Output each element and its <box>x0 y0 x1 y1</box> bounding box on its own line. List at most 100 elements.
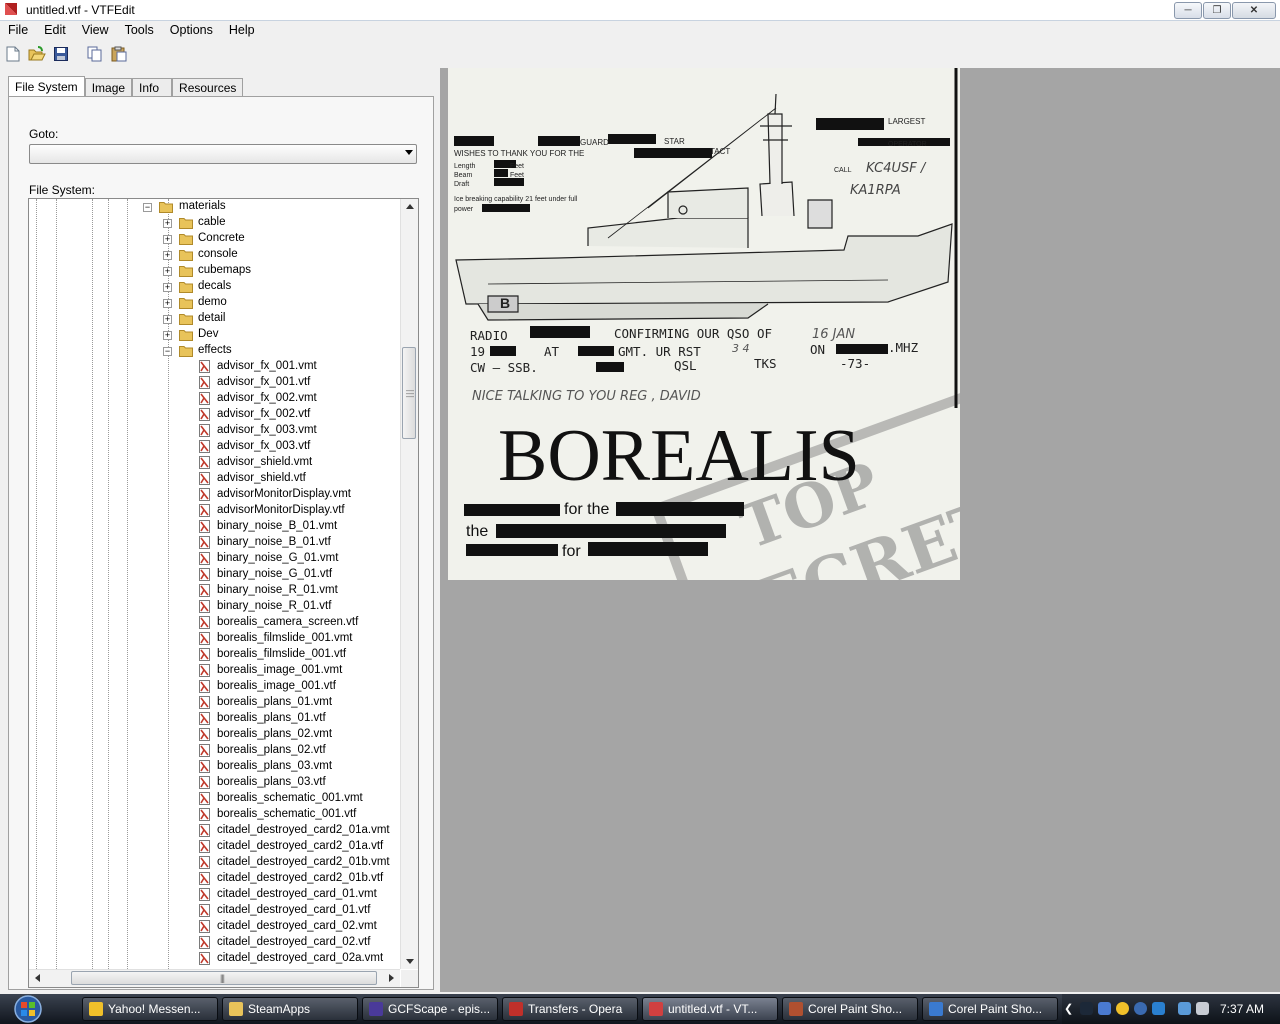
tree-file-item[interactable]: citadel_destroyed_card_02.vmt <box>29 919 400 935</box>
tree-file-item[interactable]: borealis_plans_03.vmt <box>29 759 400 775</box>
tree-folder-item[interactable]: − effects <box>29 343 400 359</box>
tree-folder-item[interactable]: + Dev <box>29 327 400 343</box>
tree-file-item[interactable]: binary_noise_G_01.vtf <box>29 567 400 583</box>
new-button[interactable] <box>2 43 24 65</box>
expand-icon[interactable]: + <box>163 315 172 324</box>
collapse-icon[interactable]: − <box>163 347 172 356</box>
menu-file[interactable]: File <box>0 20 36 40</box>
chat-tray-icon[interactable] <box>1152 1002 1165 1015</box>
tree-file-item[interactable]: advisor_fx_001.vmt <box>29 359 400 375</box>
collapse-icon[interactable]: − <box>143 203 152 212</box>
tree-folder-item[interactable]: − materials <box>29 199 400 215</box>
tree-file-item[interactable]: binary_noise_R_01.vmt <box>29 583 400 599</box>
tree-file-item[interactable]: advisorMonitorDisplay.vtf <box>29 503 400 519</box>
tree-file-item[interactable]: borealis_filmslide_001.vtf <box>29 647 400 663</box>
clock[interactable]: 7:37 AM <box>1220 1002 1264 1016</box>
tree-folder-item[interactable]: + detail <box>29 311 400 327</box>
taskbar-opera-transfers[interactable]: Transfers - Opera <box>502 997 638 1021</box>
tree-file-item[interactable]: borealis_plans_02.vtf <box>29 743 400 759</box>
minimize-button[interactable]: ─ <box>1174 2 1202 19</box>
menu-edit[interactable]: Edit <box>36 20 74 40</box>
tree-file-item[interactable]: advisor_fx_002.vmt <box>29 391 400 407</box>
menu-options[interactable]: Options <box>162 20 221 40</box>
file-tree-view[interactable]: − materials + cable + Concrete + console + cubema… <box>28 198 419 988</box>
scroll-up-arrow-icon[interactable] <box>406 204 414 209</box>
start-button[interactable] <box>8 994 48 1024</box>
tree-file-item[interactable]: citadel_destroyed_card_01.vmt <box>29 887 400 903</box>
steam-tray-icon[interactable] <box>1080 1002 1093 1015</box>
paste-button[interactable] <box>108 43 130 65</box>
taskbar-corel-paint-shop-1[interactable]: Corel Paint Sho... <box>782 997 918 1021</box>
tree-file-item[interactable]: citadel_destroyed_card_01.vtf <box>29 903 400 919</box>
tree-file-item[interactable]: borealis_plans_01.vmt <box>29 695 400 711</box>
tree-folder-item[interactable]: + decals <box>29 279 400 295</box>
tab-file-system[interactable]: File System <box>8 76 85 97</box>
maximize-button[interactable]: ❐ <box>1203 2 1231 19</box>
menu-help[interactable]: Help <box>221 20 263 40</box>
messenger-tray-icon[interactable] <box>1116 1002 1129 1015</box>
aim-tray-icon[interactable] <box>1134 1002 1147 1015</box>
taskbar-gcfscape[interactable]: GCFScape - epis... <box>362 997 498 1021</box>
tree-file-item[interactable]: citadel_destroyed_card2_01b.vmt <box>29 855 400 871</box>
image-viewport[interactable]: WISHES TO THANK YOU FOR THE GUARD STAR T… <box>440 68 1280 992</box>
horizontal-scroll-thumb[interactable]: ||| <box>71 971 377 985</box>
menu-view[interactable]: View <box>74 20 117 40</box>
scroll-left-arrow-icon[interactable] <box>35 974 40 982</box>
tray-expand-icon[interactable]: ❮ <box>1064 1002 1077 1015</box>
tab-resources[interactable]: Resources <box>172 78 244 97</box>
vertical-scroll-thumb[interactable]: — — — <box>402 347 416 439</box>
expand-icon[interactable]: + <box>163 283 172 292</box>
tab-info[interactable]: Info <box>132 78 173 97</box>
tree-file-item[interactable]: citadel_destroyed_card_02a.vmt <box>29 951 400 967</box>
tree-file-item[interactable]: borealis_schematic_001.vtf <box>29 807 400 823</box>
tree-folder-item[interactable]: + cubemaps <box>29 263 400 279</box>
tree-file-item[interactable]: citadel_destroyed_card2_01a.vmt <box>29 823 400 839</box>
expand-icon[interactable]: + <box>163 331 172 340</box>
tree-file-item[interactable]: advisor_fx_001.vtf <box>29 375 400 391</box>
tree-file-item[interactable]: borealis_schematic_001.vmt <box>29 791 400 807</box>
tree-file-item[interactable]: borealis_image_001.vtf <box>29 679 400 695</box>
vertical-scrollbar[interactable]: — — — <box>400 199 418 969</box>
open-button[interactable] <box>26 43 48 65</box>
tree-file-item[interactable]: advisor_fx_002.vtf <box>29 407 400 423</box>
network-tray-icon[interactable] <box>1098 1002 1111 1015</box>
close-button[interactable]: ✕ <box>1232 2 1276 19</box>
tree-file-item[interactable]: advisor_fx_003.vmt <box>29 423 400 439</box>
taskbar-vtfedit[interactable]: untitled.vtf - VT... <box>642 997 778 1021</box>
expand-icon[interactable]: + <box>163 299 172 308</box>
tree-file-item[interactable]: advisor_fx_003.vtf <box>29 439 400 455</box>
monitor-tray-icon[interactable] <box>1178 1002 1191 1015</box>
tree-file-item[interactable]: borealis_plans_02.vmt <box>29 727 400 743</box>
save-button[interactable] <box>50 43 72 65</box>
tree-file-item[interactable]: citadel_destroyed_card_02.vtf <box>29 935 400 951</box>
taskbar-yahoo-messenger[interactable]: Yahoo! Messen... <box>82 997 218 1021</box>
expand-icon[interactable]: + <box>163 235 172 244</box>
tree-file-item[interactable]: borealis_camera_screen.vtf <box>29 615 400 631</box>
expand-icon[interactable]: + <box>163 267 172 276</box>
taskbar-steamapps[interactable]: SteamApps <box>222 997 358 1021</box>
taskbar-corel-paint-shop-2[interactable]: Corel Paint Sho... <box>922 997 1058 1021</box>
tree-file-item[interactable]: advisor_shield.vtf <box>29 471 400 487</box>
goto-dropdown[interactable] <box>29 144 417 164</box>
tree-file-item[interactable]: citadel_destroyed_card2_01a.vtf <box>29 839 400 855</box>
tree-file-item[interactable]: advisorMonitorDisplay.vmt <box>29 487 400 503</box>
tree-folder-item[interactable]: + demo <box>29 295 400 311</box>
tree-file-item[interactable]: borealis_filmslide_001.vmt <box>29 631 400 647</box>
tree-file-item[interactable]: binary_noise_G_01.vmt <box>29 551 400 567</box>
tree-file-item[interactable]: binary_noise_B_01.vmt <box>29 519 400 535</box>
tree-file-item[interactable]: borealis_plans_03.vtf <box>29 775 400 791</box>
scroll-right-arrow-icon[interactable] <box>389 974 394 982</box>
tree-file-item[interactable]: borealis_image_001.vmt <box>29 663 400 679</box>
tree-folder-item[interactable]: + console <box>29 247 400 263</box>
tree-file-item[interactable]: binary_noise_R_01.vtf <box>29 599 400 615</box>
tree-folder-item[interactable]: + Concrete <box>29 231 400 247</box>
copy-button[interactable] <box>84 43 106 65</box>
expand-icon[interactable]: + <box>163 219 172 228</box>
volume-icon[interactable] <box>1196 1002 1209 1015</box>
tree-file-item[interactable]: borealis_plans_01.vtf <box>29 711 400 727</box>
horizontal-scrollbar[interactable]: ||| <box>29 969 400 987</box>
scroll-down-arrow-icon[interactable] <box>406 959 414 964</box>
tree-folder-item[interactable]: + cable <box>29 215 400 231</box>
tree-file-item[interactable]: advisor_shield.vmt <box>29 455 400 471</box>
menu-tools[interactable]: Tools <box>117 20 162 40</box>
